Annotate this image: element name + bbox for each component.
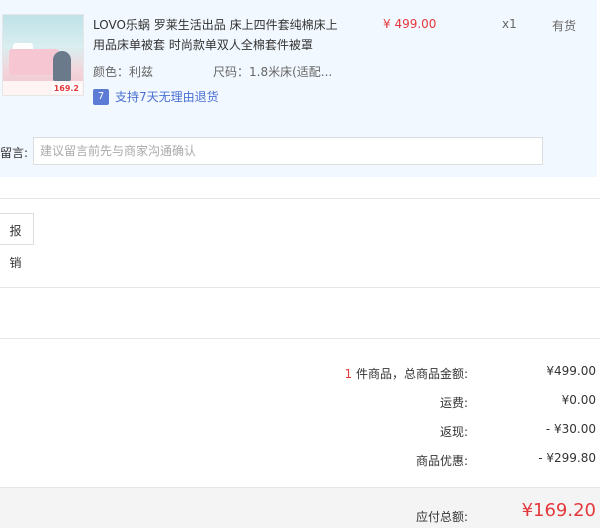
product-color: 颜色：利兹 (93, 65, 154, 79)
divider (0, 287, 600, 288)
discount-label: 商品优惠: (415, 454, 468, 468)
note-input[interactable] (33, 137, 543, 165)
divider (0, 338, 600, 339)
goods-count: 1 (344, 367, 353, 381)
thumb-price-tag: 169.2 (51, 84, 81, 93)
stock-status: 有货 (552, 19, 577, 33)
return-policy-text: 支持7天无理由退货 (115, 90, 219, 104)
invoice-button[interactable]: 报销 (0, 213, 34, 270)
thumb-bed (9, 49, 59, 75)
return-policy-icon: 7 (93, 89, 109, 105)
goods-total-value: ¥499.00 (546, 364, 596, 378)
product-price: ¥ 499.00 (383, 17, 437, 31)
product-quantity: x1 (502, 17, 517, 31)
shipping-value: ¥0.00 (561, 393, 596, 407)
divider (0, 198, 600, 199)
payable-label: 应付总额: (415, 510, 468, 524)
payable-value: ¥169.20 (521, 500, 596, 521)
shipping-label: 运费: (439, 396, 468, 410)
product-size: 尺码：1.8米床(适配... (213, 65, 333, 79)
note-label: 留言: (0, 146, 29, 160)
product-thumbnail[interactable]: 169.2 (2, 14, 84, 96)
goods-count-label: 1 件商品，总商品金额: (345, 365, 469, 382)
thumb-person (53, 51, 71, 81)
cashback-value: - ¥30.00 (545, 422, 596, 436)
cashback-label: 返现: (439, 425, 468, 439)
total-bar (0, 487, 600, 528)
product-title[interactable]: LOVO乐蜗 罗莱生活出品 床上四件套纯棉床上用品床单被套 时尚款单双人全棉套件… (93, 15, 343, 55)
discount-value: - ¥299.80 (538, 451, 596, 465)
goods-count-suffix: 件商品，总商品金额: (352, 367, 468, 381)
